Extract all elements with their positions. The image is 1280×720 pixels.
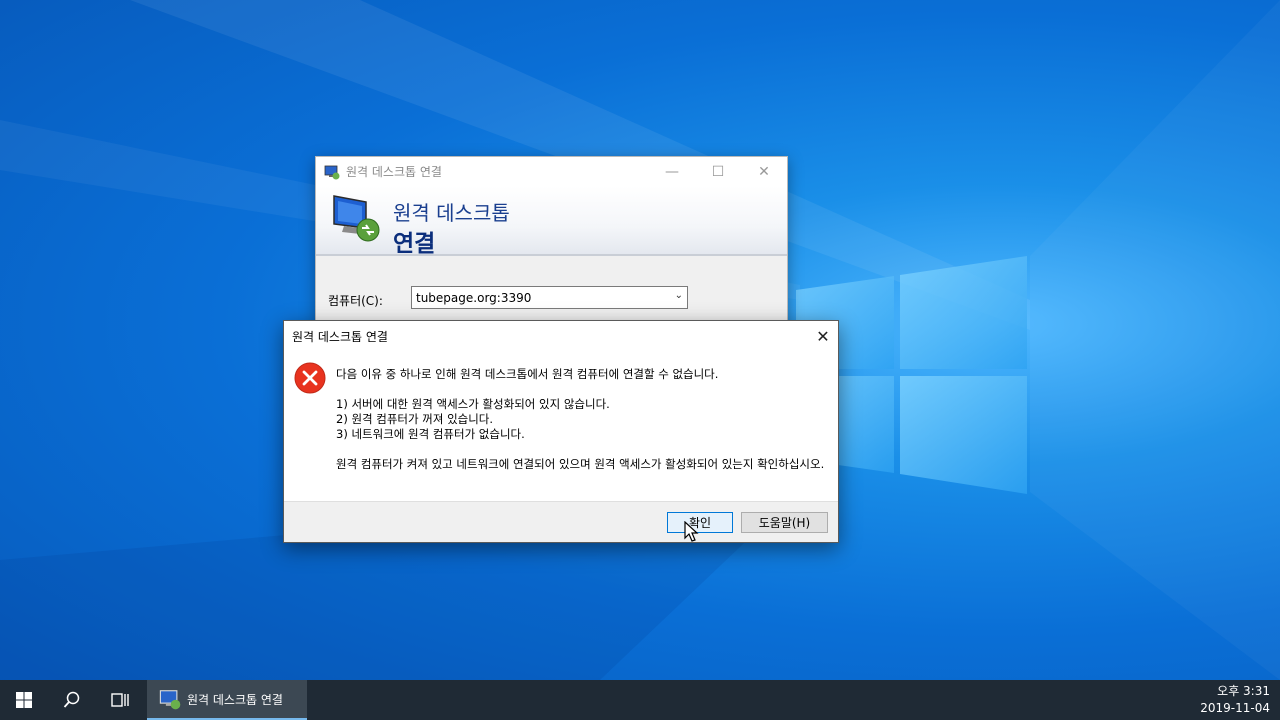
- minimize-button[interactable]: —: [649, 157, 695, 186]
- taskbar: 원격 데스크톱 연결 오후 3:31 2019-11-04: [0, 680, 1280, 720]
- mouse-cursor-icon: [684, 521, 699, 542]
- remote-desktop-icon: [324, 165, 340, 179]
- error-reason-2: 2) 원격 컴퓨터가 꺼져 있습니다.: [336, 412, 494, 426]
- rdp-titlebar[interactable]: 원격 데스크톱 연결 — ☐ ✕: [316, 157, 787, 186]
- ok-button[interactable]: 확인: [667, 512, 733, 533]
- help-button[interactable]: 도움말(H): [741, 512, 828, 533]
- banner-title-line2: 연결: [393, 231, 436, 257]
- taskbar-app-label: 원격 데스크톱 연결: [187, 692, 283, 707]
- chevron-down-icon[interactable]: ⌄: [675, 290, 683, 301]
- remote-desktop-icon: [159, 690, 181, 710]
- error-outro: 원격 컴퓨터가 켜져 있고 네트워크에 연결되어 있으며 원격 액세스가 활성화…: [336, 457, 825, 471]
- error-reason-1: 1) 서버에 대한 원격 액세스가 활성화되어 있지 않습니다.: [336, 397, 610, 411]
- rdp-main-window: 원격 데스크톱 연결 — ☐ ✕ 원격 데스크톱 연결 컴퓨터(C): tube…: [315, 156, 788, 326]
- error-reason-3: 3) 네트워크에 원격 컴퓨터가 없습니다.: [336, 427, 525, 441]
- rdp-window-title: 원격 데스크톱 연결: [346, 165, 442, 179]
- rdp-banner: 원격 데스크톱 연결: [316, 186, 787, 257]
- search-icon: [63, 691, 80, 708]
- search-button[interactable]: [48, 680, 96, 720]
- windows-start-icon: [16, 692, 32, 708]
- error-dialog-footer: 확인 도움말(H): [284, 501, 838, 542]
- task-view-button[interactable]: [96, 680, 144, 720]
- start-button[interactable]: [0, 680, 48, 720]
- close-button[interactable]: ✕: [741, 157, 787, 186]
- banner-title-line1: 원격 데스크톱: [393, 201, 510, 225]
- computer-label: 컴퓨터(C):: [328, 294, 383, 308]
- computer-combobox[interactable]: tubepage.org:3390 ⌄: [411, 286, 688, 309]
- error-dialog-titlebar[interactable]: 원격 데스크톱 연결 ✕: [284, 321, 838, 351]
- system-clock[interactable]: 오후 3:31 2019-11-04: [1190, 683, 1270, 717]
- error-dialog-close-button[interactable]: ✕: [808, 321, 838, 351]
- clock-date: 2019-11-04: [1200, 701, 1270, 715]
- error-intro: 다음 이유 중 하나로 인해 원격 데스크톱에서 원격 컴퓨터에 연결할 수 없…: [336, 367, 719, 381]
- error-dialog: 원격 데스크톱 연결 ✕ 다음 이유 중 하나로 인해 원격 데스크톱에서 원격…: [283, 320, 839, 543]
- taskbar-app-rdp[interactable]: 원격 데스크톱 연결: [147, 680, 307, 720]
- task-view-icon: [111, 693, 129, 707]
- remote-desktop-banner-icon: [333, 195, 380, 242]
- clock-time: 오후 3:31: [1217, 684, 1270, 698]
- error-message: 다음 이유 중 하나로 인해 원격 데스크톱에서 원격 컴퓨터에 연결할 수 없…: [336, 367, 828, 472]
- maximize-button[interactable]: ☐: [695, 157, 741, 186]
- error-dialog-title: 원격 데스크톱 연결: [292, 329, 388, 344]
- computer-value: tubepage.org:3390: [416, 290, 532, 305]
- error-icon: [294, 362, 326, 394]
